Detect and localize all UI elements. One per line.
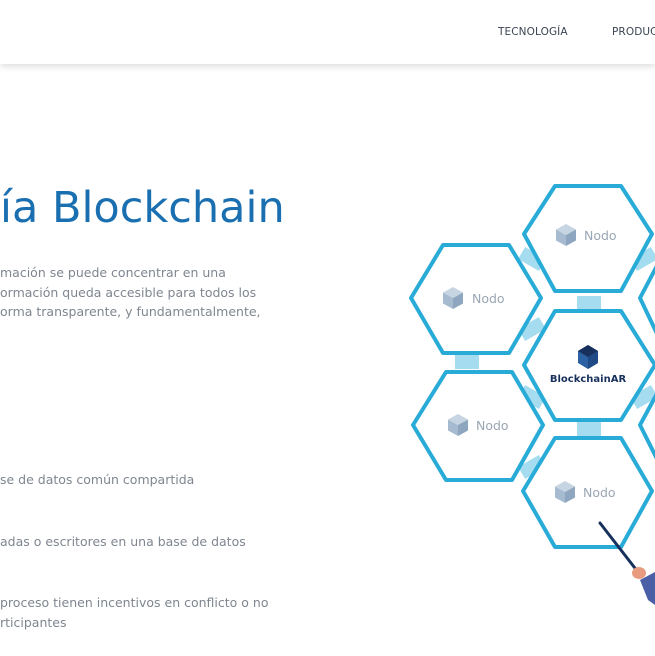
- intro-line: orma transparente, y fundamentalmente,: [0, 304, 261, 319]
- connector: [577, 296, 601, 310]
- page-title: ía Blockchain: [0, 183, 285, 233]
- feature-item: se de datos común compartida: [0, 470, 194, 490]
- intro-paragraph: mación se puede concentrar en una ormaci…: [0, 263, 261, 322]
- feature-item: proceso tienen incentivos en conflicto o…: [0, 593, 268, 632]
- node-label: Nodo: [583, 485, 616, 500]
- connector: [455, 355, 479, 369]
- top-navigation-bar: TECNOLOGÍA PRODUC: [0, 0, 655, 64]
- node-label: Nodo: [584, 228, 617, 243]
- connector: [577, 422, 601, 436]
- intro-line: ormación queda accesible para todos los: [0, 284, 257, 300]
- nav-link-tecnologia[interactable]: TECNOLOGÍA: [498, 26, 568, 38]
- partial-hexagon: [638, 265, 655, 335]
- center-node-label: BlockchainAR: [550, 374, 627, 385]
- nav-link-productos[interactable]: PRODUC: [612, 26, 655, 38]
- node-label: Nodo: [476, 418, 509, 433]
- intro-line: mación se puede concentrar en una: [0, 265, 226, 280]
- feature-text: adas o escritores en una base de datos: [0, 534, 246, 549]
- feature-text: se de datos común compartida: [0, 472, 195, 487]
- feature-text: proceso tienen incentivos en conflicto o…: [0, 595, 269, 610]
- feature-text: rticipantes: [0, 614, 67, 630]
- blockchain-network-diagram: Nodo Nodo Nodo Nodo BlockchainAR: [409, 184, 655, 605]
- hexagons: [409, 184, 655, 549]
- node-label: Nodo: [472, 291, 505, 306]
- feature-item: adas o escritores en una base de datos: [0, 532, 246, 552]
